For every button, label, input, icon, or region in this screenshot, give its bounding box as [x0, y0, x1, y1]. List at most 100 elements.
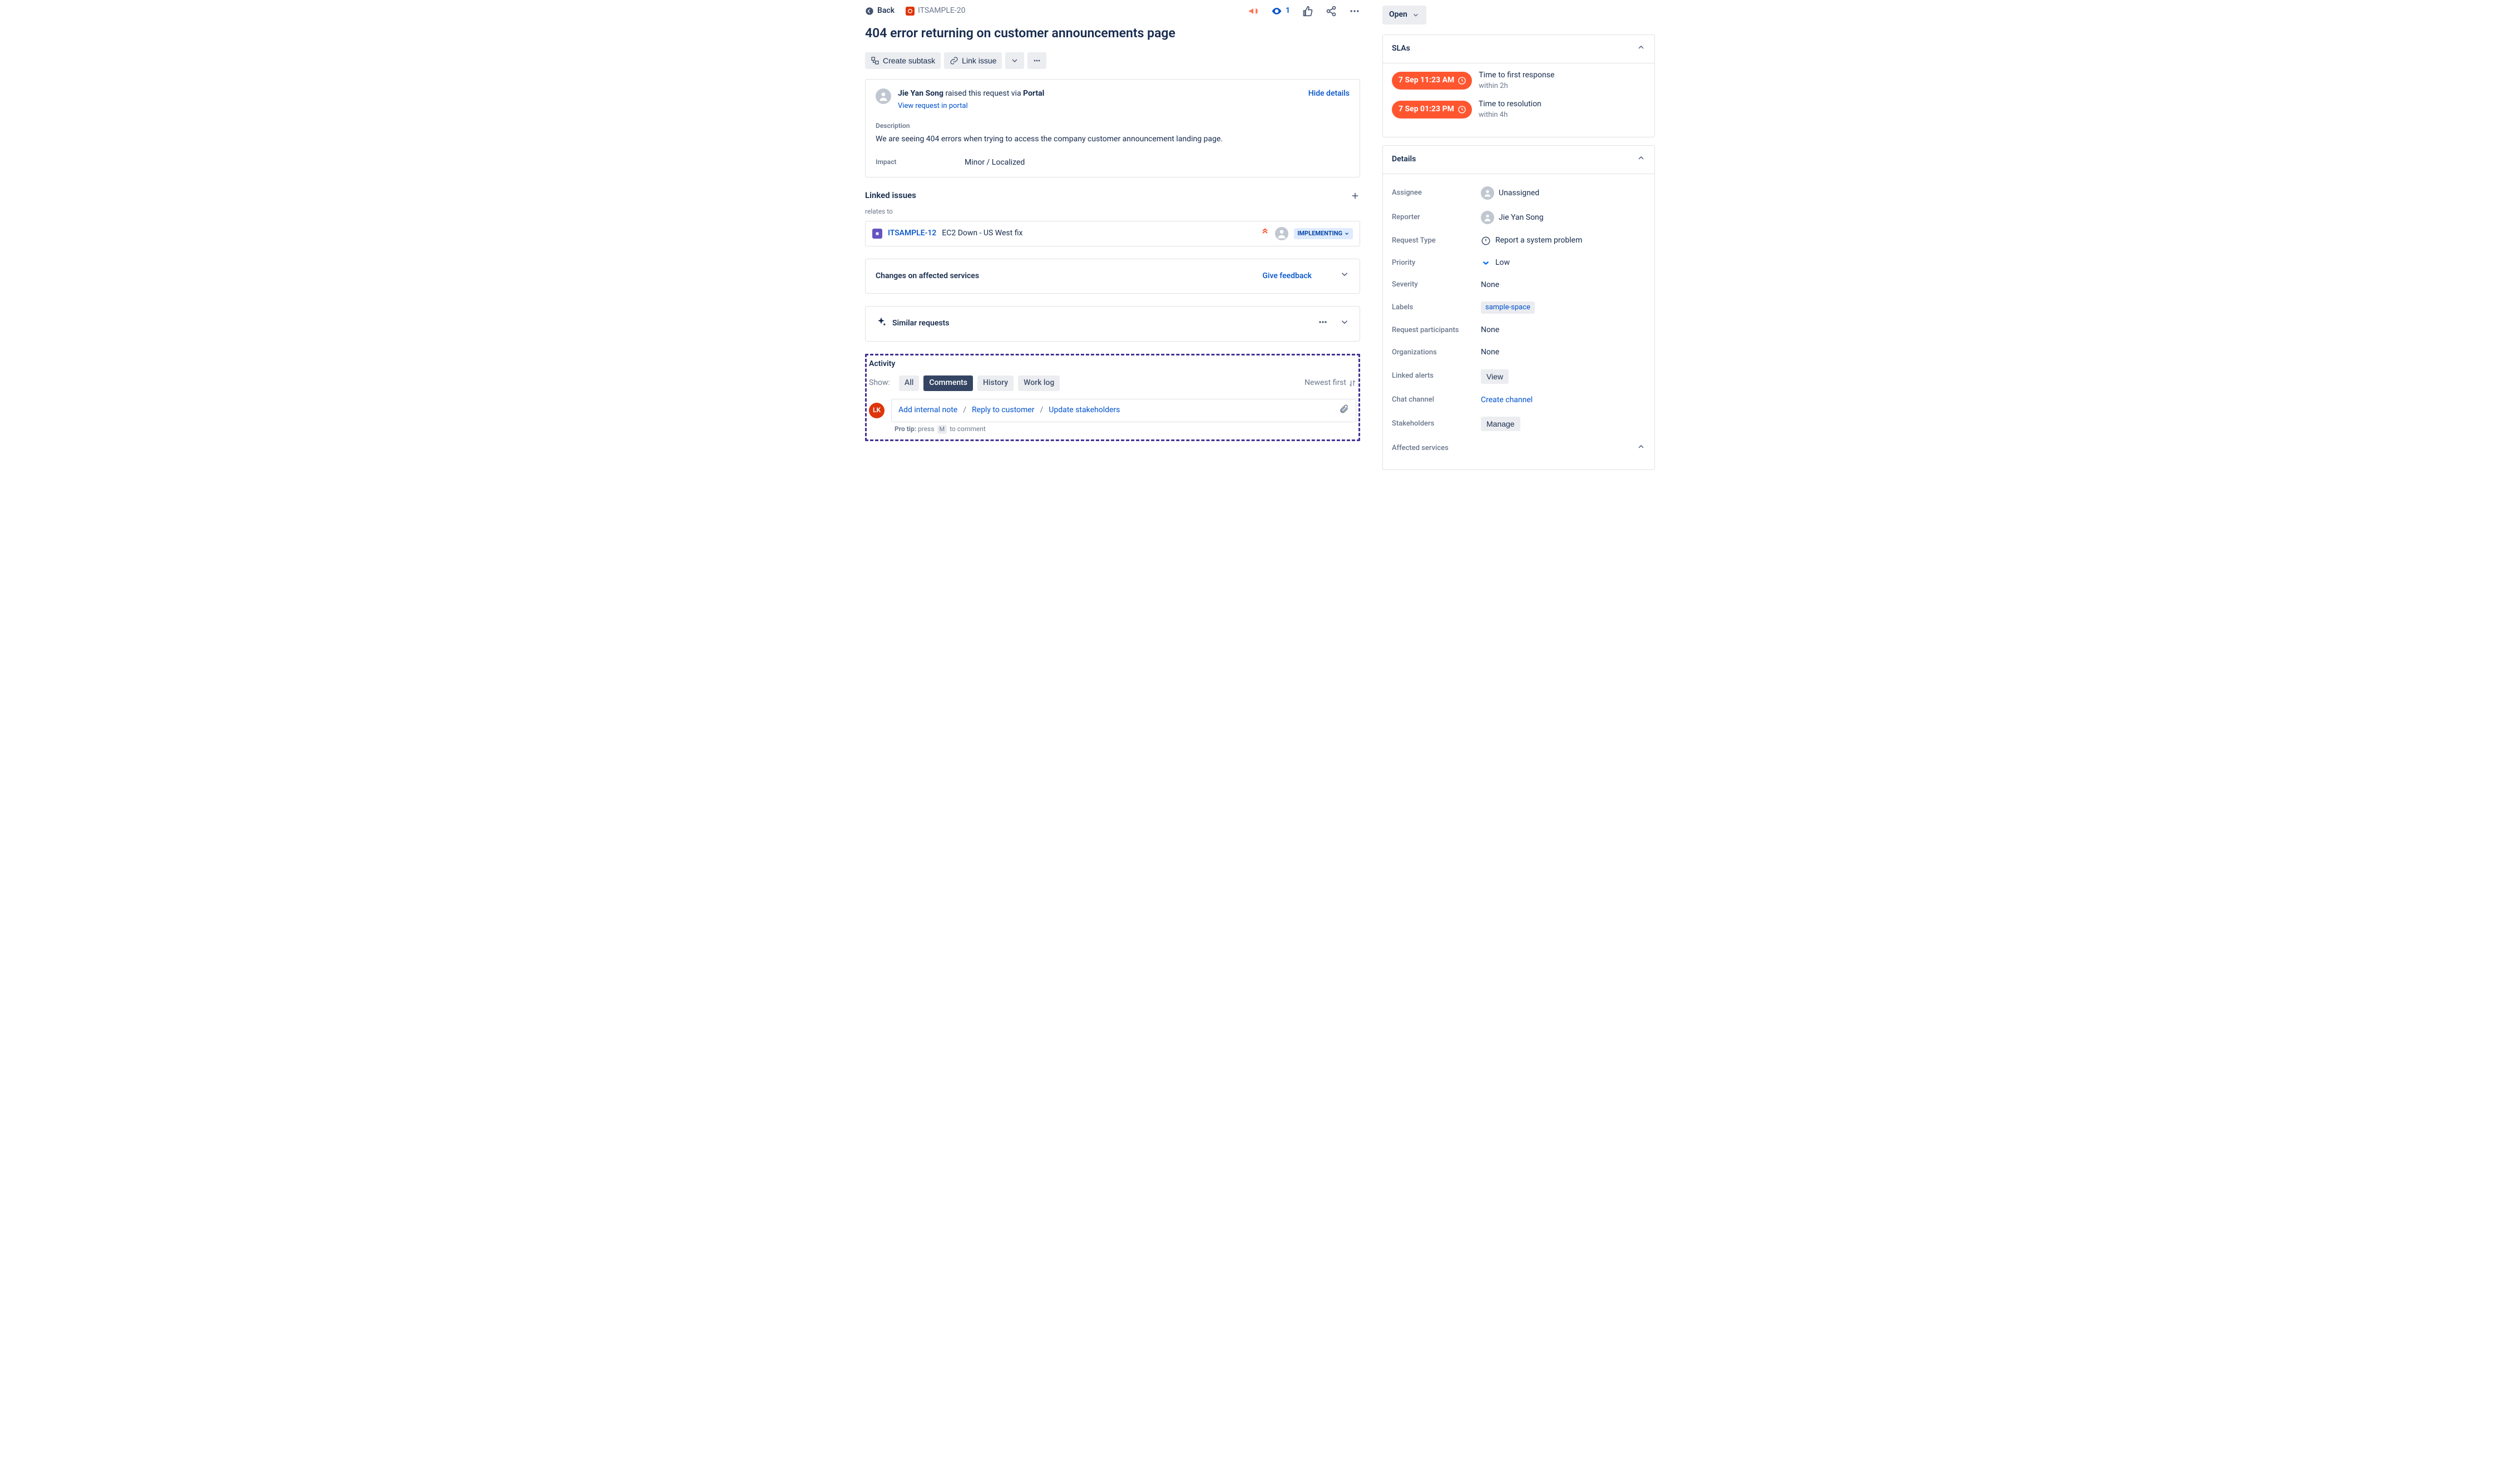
person-icon [1481, 211, 1494, 224]
watch-count: 1 [1286, 6, 1290, 17]
create-subtask-button[interactable]: Create subtask [865, 52, 941, 69]
request-raised-text: Jie Yan Song raised this request via Por… [898, 88, 1044, 100]
share-icon[interactable] [1326, 6, 1337, 17]
description-label: Description [876, 121, 1350, 131]
tab-worklog[interactable]: Work log [1018, 375, 1060, 391]
sort-icon [1348, 379, 1356, 387]
description-text: We are seeing 404 errors when trying to … [876, 134, 1350, 145]
affected-services-label: Affected services [1392, 443, 1637, 453]
affected-services-collapse-button[interactable] [1637, 442, 1646, 455]
linked-issues-heading: Linked issues [865, 190, 916, 201]
link-issue-dropdown[interactable] [1005, 52, 1024, 69]
similar-more-button[interactable] [1317, 317, 1328, 332]
view-in-portal-link[interactable]: View request in portal [898, 101, 968, 111]
details-collapse-button[interactable] [1637, 154, 1646, 166]
request-type-value[interactable]: Report a system problem [1481, 235, 1582, 246]
slas-heading: SLAs [1392, 43, 1410, 55]
reporter-avatar [876, 88, 891, 104]
reporter-label: Reporter [1392, 212, 1481, 223]
create-channel-link[interactable]: Create channel [1481, 395, 1533, 406]
more-actions-icon[interactable] [1349, 6, 1360, 17]
back-label: Back [877, 6, 895, 17]
sla-label: Time to resolution [1479, 99, 1541, 110]
issue-key-text: ITSAMPLE-20 [918, 6, 965, 17]
tab-history[interactable]: History [977, 375, 1014, 391]
comment-input[interactable]: Add internal note / Reply to customer / … [891, 399, 1356, 423]
status-dropdown[interactable]: Open [1382, 6, 1426, 24]
issue-type-icon [906, 7, 915, 16]
update-stakeholders-link[interactable]: Update stakeholders [1049, 405, 1120, 416]
add-linked-issue-button[interactable] [1350, 191, 1360, 201]
sla-row: 7 Sep 11:23 AM Time to first response wi… [1392, 70, 1646, 91]
organizations-label: Organizations [1392, 348, 1481, 358]
sla-row: 7 Sep 01:23 PM Time to resolution within… [1392, 99, 1646, 120]
reporter-name: Jie Yan Song [898, 89, 943, 98]
sla-label: Time to first response [1479, 70, 1554, 81]
add-internal-note-link[interactable]: Add internal note [898, 405, 957, 416]
priority-value[interactable]: Low [1481, 258, 1510, 269]
arrow-left-icon [865, 7, 874, 16]
watchers-button[interactable]: 1 [1271, 6, 1290, 17]
activity-sort-button[interactable]: Newest first [1305, 378, 1356, 389]
chevron-down-icon [1412, 11, 1420, 19]
impact-value: Minor / Localized [965, 157, 1025, 169]
activity-show-label: Show: [869, 378, 890, 389]
severity-label: Severity [1392, 280, 1481, 290]
create-subtask-label: Create subtask [883, 56, 935, 65]
chat-channel-label: Chat channel [1392, 395, 1481, 405]
similar-requests-title: Similar requests [892, 318, 949, 329]
linked-issue-assignee-avatar [1275, 227, 1288, 240]
pro-tip-text: Pro tip: press M to comment [895, 424, 1356, 434]
reporter-value[interactable]: Jie Yan Song [1481, 211, 1544, 224]
assignee-value[interactable]: Unassigned [1481, 186, 1539, 200]
eye-icon [1271, 6, 1282, 17]
dots-icon [1032, 56, 1041, 65]
reply-to-customer-link[interactable]: Reply to customer [972, 405, 1034, 416]
issue-key-link[interactable]: ITSAMPLE-20 [906, 6, 965, 17]
stakeholders-label: Stakeholders [1392, 419, 1481, 429]
linked-alerts-label: Linked alerts [1392, 371, 1481, 381]
attach-icon[interactable] [1339, 404, 1349, 418]
chevron-down-icon [1344, 231, 1350, 236]
tab-comments[interactable]: Comments [923, 375, 973, 391]
link-issue-button[interactable]: Link issue [944, 52, 1002, 69]
organizations-value[interactable]: None [1481, 347, 1499, 358]
like-icon[interactable] [1302, 6, 1313, 17]
priority-low-icon [1481, 258, 1491, 268]
severity-value[interactable]: None [1481, 280, 1499, 291]
announce-icon[interactable] [1248, 6, 1259, 17]
activity-title: Activity [869, 359, 1356, 370]
sla-within: within 4h [1479, 110, 1541, 120]
link-icon [950, 56, 958, 65]
portal-channel: Portal [1023, 89, 1044, 98]
details-heading: Details [1392, 154, 1416, 165]
alert-circle-icon [1481, 236, 1491, 246]
priority-icon [1261, 228, 1269, 240]
linked-issue-status[interactable]: IMPLEMENTING [1294, 228, 1353, 239]
linked-issue-card[interactable]: ITSAMPLE-12 EC2 Down - US West fix IMPLE… [865, 221, 1360, 246]
similar-expand-button[interactable] [1340, 317, 1350, 331]
labels-value[interactable]: sample-space [1481, 301, 1535, 314]
hide-details-link[interactable]: Hide details [1308, 88, 1350, 100]
sla-badge: 7 Sep 11:23 AM [1392, 72, 1472, 90]
tab-all[interactable]: All [899, 375, 919, 391]
changes-expand-button[interactable] [1340, 269, 1350, 283]
slas-collapse-button[interactable] [1637, 43, 1646, 56]
give-feedback-link[interactable]: Give feedback [1262, 271, 1312, 282]
clock-icon [1457, 76, 1466, 85]
sla-within: within 2h [1479, 81, 1554, 91]
subtask-icon [871, 56, 879, 65]
linked-alerts-view-button[interactable]: View [1481, 369, 1509, 384]
activity-section: Activity Show: All Comments History Work… [865, 354, 1360, 441]
participants-label: Request participants [1392, 325, 1481, 335]
current-user-avatar: LK [869, 403, 885, 418]
participants-value[interactable]: None [1481, 325, 1499, 336]
impact-label: Impact [876, 157, 965, 169]
stakeholders-manage-button[interactable]: Manage [1481, 417, 1520, 431]
sparkle-icon [876, 317, 887, 332]
back-button[interactable]: Back [865, 6, 895, 17]
linked-issue-title: EC2 Down - US West fix [942, 228, 1022, 239]
linked-issue-type-icon [872, 229, 882, 239]
toolbar-more-button[interactable] [1027, 52, 1046, 69]
priority-label: Priority [1392, 258, 1481, 268]
